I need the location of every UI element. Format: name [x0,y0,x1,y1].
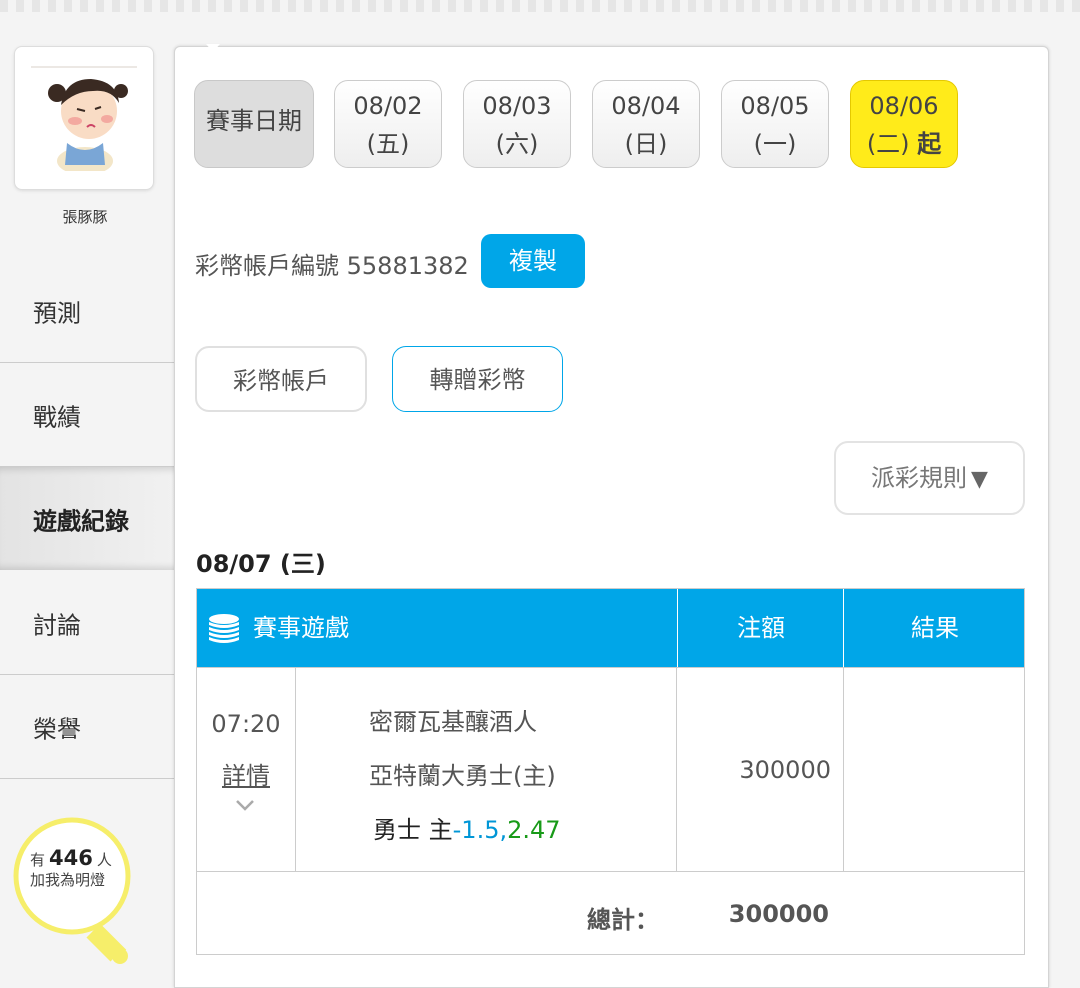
game-time: 07:20 [211,710,281,738]
bet-amount: 300000 [739,756,831,784]
account-number-line: 彩幣帳戶編號 55881382 [195,246,469,281]
nav-item-predict[interactable]: 預測 [0,259,174,363]
nav-item-label: 榮譽 [33,715,81,743]
sidebar: 張豚豚 預測 戰績 遊戲紀錄 討論 榮譽 有 446 人 加我為明燈 [0,0,174,974]
time-cell: 07:20 詳情 [197,668,296,871]
table-row: 07:20 詳情 密爾瓦基釀酒人 亞特蘭大勇士(主) 勇士 主-1.5,2.47… [197,667,1024,871]
lamp-count-text: 有 446 人 加我為明燈 [30,848,112,890]
header-game-label: 賽事遊戲 [253,614,349,642]
tab-transfer-coins[interactable]: 轉贈彩幣 [392,346,563,412]
copy-button[interactable]: 複製 [481,234,585,288]
lamp-count: 446 [49,846,93,870]
date-text: 08/02 [353,92,423,120]
account-label: 彩幣帳戶編號 [195,252,339,280]
nav-item-label: 遊戲紀錄 [33,507,129,535]
avatar-image [31,65,137,171]
date-text: 08/04 [611,92,681,120]
lamp-suffix: 人 [96,851,112,869]
payout-rules-dropdown[interactable]: 派彩規則 ▼ [834,441,1025,515]
total-label: 總計： [587,906,659,934]
odds-value: 2.47 [507,816,561,844]
coin-stack-icon [209,614,239,643]
date-button-0806[interactable]: 08/06 (二) 起 [850,80,958,168]
nav-item-label: 討論 [33,611,81,639]
total-value: 300000 [728,900,829,928]
table-total-row: 總計： 300000 [197,871,1024,954]
nav-item-game-history[interactable]: 遊戲紀錄 [0,467,174,570]
date-button-0805[interactable]: 08/05 (一) [721,80,829,168]
user-name: 張豚豚 [62,208,108,226]
result-cell [843,668,1025,871]
date-button-0802[interactable]: 08/02 (五) [334,80,442,168]
nav-item-label: 戰績 [33,403,81,431]
home-team: 亞特蘭大勇士(主) [369,762,556,790]
day-text: (日) [624,130,668,158]
day-text: (二) [866,130,910,158]
header-game: 賽事遊戲 [197,589,677,667]
detail-link[interactable]: 詳情 [197,756,295,791]
chevron-down-icon[interactable] [235,798,255,812]
day-text: (五) [366,130,410,158]
date-button-0803[interactable]: 08/03 (六) [463,80,571,168]
match-date-label: 賽事日期 [194,80,314,168]
day-text-row: (二) 起 [851,125,957,163]
date-button-0804[interactable]: 08/04 (日) [592,80,700,168]
table-header: 賽事遊戲 注額 結果 [197,589,1024,667]
section-date: 08/07 (三) [196,550,326,578]
bet-pick: 勇士 主-1.5,2.47 [373,810,561,845]
match-cell: 密爾瓦基釀酒人 亞特蘭大勇士(主) 勇士 主-1.5,2.47 [295,668,677,871]
date-text: 08/03 [482,92,552,120]
day-text: (一) [753,130,797,158]
header-result: 結果 [843,589,1026,667]
spread-value: -1.5, [452,816,508,844]
away-team: 密爾瓦基釀酒人 [369,708,537,736]
tab-coin-account[interactable]: 彩幣帳戶 [195,346,367,412]
lamp-caption: 加我為明燈 [30,871,106,889]
avatar[interactable] [14,46,154,190]
date-text: 08/06 [869,92,939,120]
nav-item-discussion[interactable]: 討論 [0,571,174,675]
nav-item-record[interactable]: 戰績 [0,363,174,467]
date-from-suffix: 起 [917,130,942,158]
lamp-prefix: 有 [30,851,46,869]
pick-team: 勇士 主 [373,816,453,844]
amount-cell: 300000 [677,668,844,871]
lightbulb-icon[interactable] [10,816,138,966]
nav-item-honor[interactable]: 榮譽 [0,675,174,779]
nav-item-label: 預測 [33,299,81,327]
date-text: 08/05 [740,92,810,120]
match-date-label-text: 賽事日期 [206,107,302,135]
day-text: (六) [495,130,539,158]
header-amount: 注額 [677,589,844,667]
chevron-down-icon: ▼ [971,467,988,492]
account-number: 55881382 [346,252,469,280]
payout-rules-label: 派彩規則 [871,464,968,492]
bet-table: 賽事遊戲 注額 結果 07:20 詳情 密爾瓦基釀酒人 亞特蘭大勇士(主) 勇士… [196,588,1025,955]
